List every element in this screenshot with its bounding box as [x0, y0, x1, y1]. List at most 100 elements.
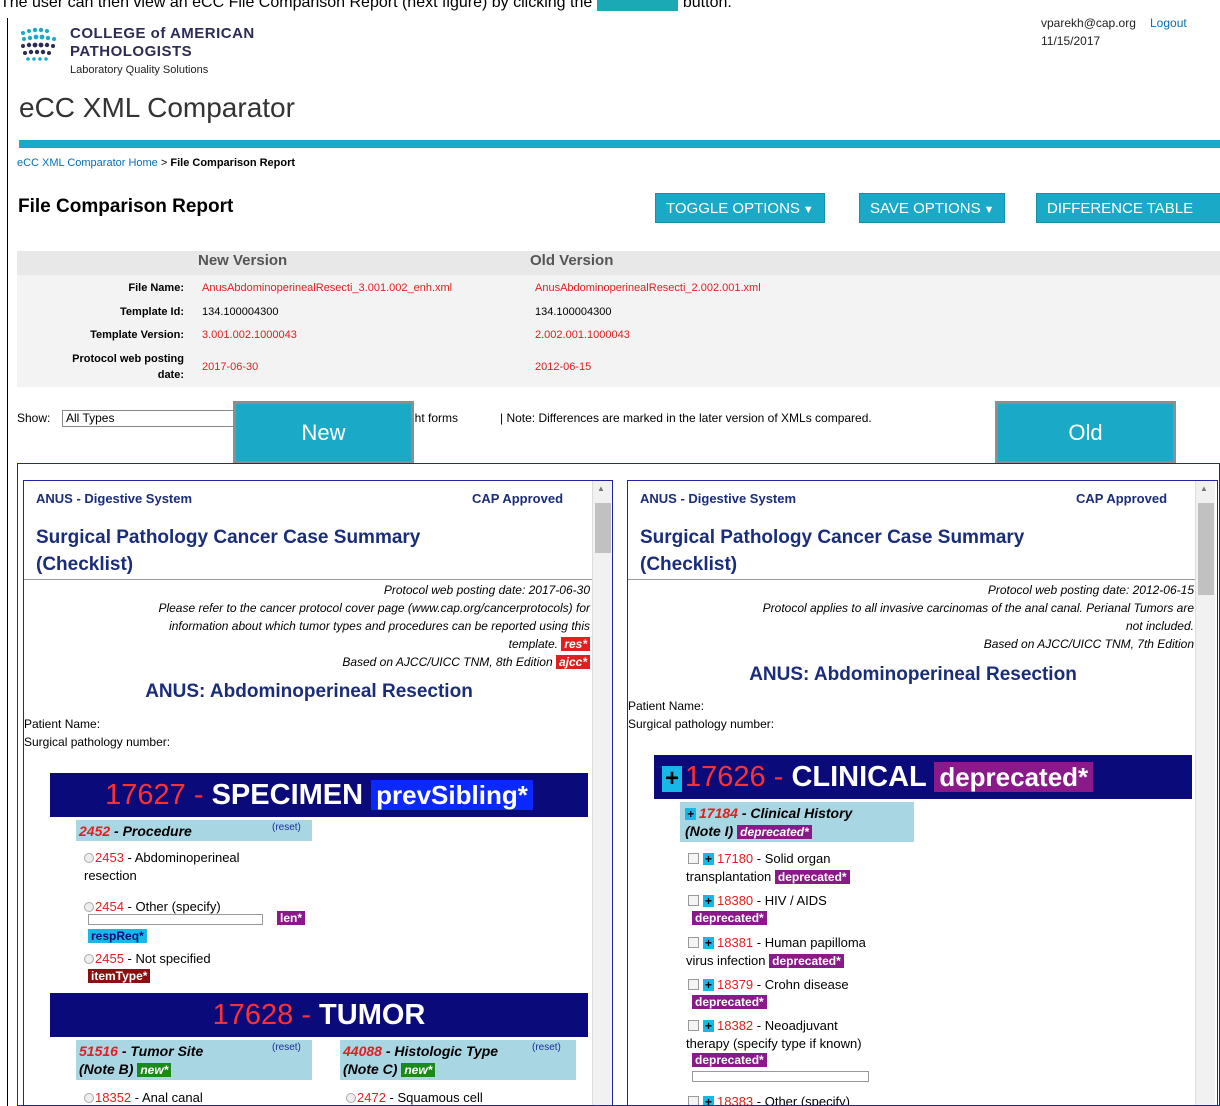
differences-note: | Note: Differences are marked in the la…	[500, 411, 872, 425]
logout-link[interactable]: Logout	[1150, 16, 1187, 30]
checkbox-icon[interactable]	[688, 853, 699, 864]
new-version-panel[interactable]: ANUS - Digestive System CAP Approved Sur…	[23, 480, 613, 1106]
answer-squamous-cell[interactable]: 2472 - Squamous cell	[346, 1090, 483, 1105]
difference-table-button[interactable]: DIFFERENCE TABLE	[1036, 193, 1220, 223]
old-applies-line2: not included.	[1125, 619, 1194, 633]
chevron-down-icon: ▼	[983, 204, 995, 216]
current-date: 11/15/2017	[1041, 34, 1101, 48]
ajcc-diff-badge: ajcc*	[555, 655, 590, 669]
expand-plus-icon[interactable]: +	[703, 895, 715, 907]
template-version-label: Template Version:	[90, 329, 184, 341]
caption-highlight: COMPARE	[596, 0, 679, 11]
old-file-name: AnusAbdominoperinealResecti_2.002.001.xm…	[535, 282, 761, 294]
old-posting-date-text: Protocol web posting date: 2012-06-15	[987, 583, 1194, 597]
scroll-up-icon[interactable]: ▲	[597, 484, 605, 493]
checkbox-icon[interactable]	[688, 895, 699, 906]
breadcrumb-separator: >	[160, 157, 168, 169]
new-patient-name-label: Patient Name:	[24, 717, 101, 731]
new-posting-date-text: Protocol web posting date: 2017-06-30	[383, 583, 590, 597]
old-patient-name-label: Patient Name:	[628, 699, 705, 713]
history-item-other[interactable]: +18383 - Other (specify)	[688, 1094, 850, 1105]
file-name-label: File Name:	[128, 282, 184, 294]
expand-plus-icon[interactable]: +	[703, 1020, 715, 1032]
expand-plus-icon[interactable]: +	[703, 979, 715, 991]
old-version-panel[interactable]: ANUS - Digestive System CAP Approved Sur…	[627, 480, 1218, 1106]
checkbox-icon[interactable]	[688, 937, 699, 948]
new-file-name: AnusAbdominoperinealResecti_3.001.002_en…	[202, 282, 453, 294]
checkbox-icon[interactable]	[688, 1020, 699, 1031]
expand-plus-icon[interactable]: +	[685, 808, 697, 820]
radio-icon[interactable]	[84, 954, 94, 964]
procedure-reset-link[interactable]: (reset)	[272, 822, 301, 833]
checkbox-icon[interactable]	[688, 979, 699, 990]
histologic-reset-link[interactable]: (reset)	[532, 1042, 561, 1053]
old-template-version: 2.002.001.1000043	[535, 329, 630, 341]
new-diff-badge: new*	[137, 1063, 172, 1077]
show-type-select[interactable]: All Types	[62, 410, 237, 427]
show-label: Show:	[17, 411, 51, 425]
old-system-label: ANUS - Digestive System	[640, 491, 797, 506]
highlight-forms-label: ght forms	[408, 411, 459, 425]
other-specify-input[interactable]	[88, 914, 263, 925]
tumor-site-reset-link[interactable]: (reset)	[272, 1042, 301, 1053]
radio-icon[interactable]	[346, 1093, 356, 1103]
history-item-hpv[interactable]: +18381 - Human papilloma	[688, 935, 866, 950]
user-email: vparekh@cap.org	[1041, 16, 1136, 30]
history-item-crohn[interactable]: +18379 - Crohn disease	[688, 977, 849, 992]
new-panel-scrollbar[interactable]: ▲	[592, 481, 612, 1105]
old-surgical-number-label: Surgical pathology number:	[628, 717, 775, 731]
new-ajcc-row: Based on AJCC/UICC TNM, 8th Edition ajcc…	[24, 655, 590, 669]
new-scroll-thumb[interactable]	[595, 503, 611, 553]
old-scroll-thumb[interactable]	[1198, 503, 1214, 595]
save-options-button[interactable]: SAVE OPTIONS ▼	[859, 193, 1006, 223]
old-panel-scrollbar[interactable]: ▲	[1195, 481, 1215, 1105]
radio-icon[interactable]	[84, 853, 94, 863]
logo-tagline: Laboratory Quality Solutions	[70, 64, 209, 76]
history-item-hiv[interactable]: +18380 - HIV / AIDS	[688, 893, 827, 908]
answer-abdominoperineal-line2: resection	[84, 868, 137, 883]
new-refer-line2: information about which tumor types and …	[169, 619, 590, 633]
new-status-label: CAP Approved	[472, 491, 564, 506]
radio-icon[interactable]	[84, 1093, 94, 1103]
radio-icon[interactable]	[84, 902, 94, 912]
new-title-divider	[24, 579, 594, 580]
deprecated-diff-badge: deprecated*	[774, 870, 850, 884]
old-applies-line1: Protocol applies to all invasive carcino…	[762, 601, 1194, 615]
deprecated-diff-badge: deprecated*	[934, 762, 1094, 792]
answer-not-specified[interactable]: 2455 - Not specified	[84, 951, 211, 966]
template-id-label: Template Id:	[120, 306, 184, 318]
tumor-section-header: 17628 - TUMOR	[50, 993, 588, 1037]
answer-other-specify[interactable]: 2454 - Other (specify)	[84, 899, 221, 914]
deprecated-diff-badge: deprecated*	[737, 825, 812, 839]
respreq-diff-badge: respReq*	[88, 929, 147, 943]
deprecated-diff-badge: deprecated*	[692, 1053, 767, 1067]
breadcrumb-current: File Comparison Report	[170, 157, 296, 169]
old-title-divider	[628, 579, 1198, 580]
answer-anal-canal[interactable]: 18352 - Anal canal	[84, 1090, 203, 1105]
old-ajcc-line: Based on AJCC/UICC TNM, 7th Edition	[983, 637, 1194, 651]
procedure-question: 2452 - Procedure (reset)	[76, 820, 312, 841]
scroll-up-icon[interactable]: ▲	[1200, 484, 1208, 493]
history-item-solid-organ[interactable]: +17180 - Solid organ	[688, 851, 831, 866]
new-template-version: 3.001.002.1000043	[202, 329, 297, 341]
old-template-id: 134.100004300	[535, 306, 612, 318]
clinical-section-header: +17626 - CLINICAL deprecated*	[654, 755, 1192, 799]
toggle-options-button[interactable]: TOGGLE OPTIONS ▼	[655, 193, 825, 223]
breadcrumb-home-link[interactable]: eCC XML Comparator Home	[17, 157, 158, 169]
neoadjuvant-specify-input[interactable]	[692, 1071, 869, 1082]
res-diff-badge: res*	[561, 637, 590, 651]
expand-plus-icon[interactable]: +	[703, 853, 715, 865]
histologic-type-question: 44088 - Histologic Type (Note C) new* (r…	[340, 1040, 576, 1080]
checkbox-icon[interactable]	[688, 1096, 699, 1105]
old-posting-date: 2012-06-15	[535, 361, 592, 373]
new-surgical-number-label: Surgical pathology number:	[24, 735, 171, 749]
history-item-neoadjuvant[interactable]: +18382 - Neoadjuvant	[688, 1018, 838, 1033]
answer-abdominoperineal[interactable]: 2453 - Abdominoperineal	[84, 850, 240, 865]
breadcrumb: eCC XML Comparator Home > File Compariso…	[17, 157, 295, 169]
itemtype-diff-badge: itemType*	[88, 969, 151, 983]
expand-plus-icon[interactable]: +	[703, 1096, 715, 1105]
expand-plus-icon[interactable]: +	[703, 937, 715, 949]
expand-plus-icon[interactable]: +	[662, 766, 683, 792]
history-item-neoadjuvant-line2: therapy (specify type if known)	[686, 1036, 862, 1051]
new-posting-date: 2017-06-30	[202, 361, 259, 373]
